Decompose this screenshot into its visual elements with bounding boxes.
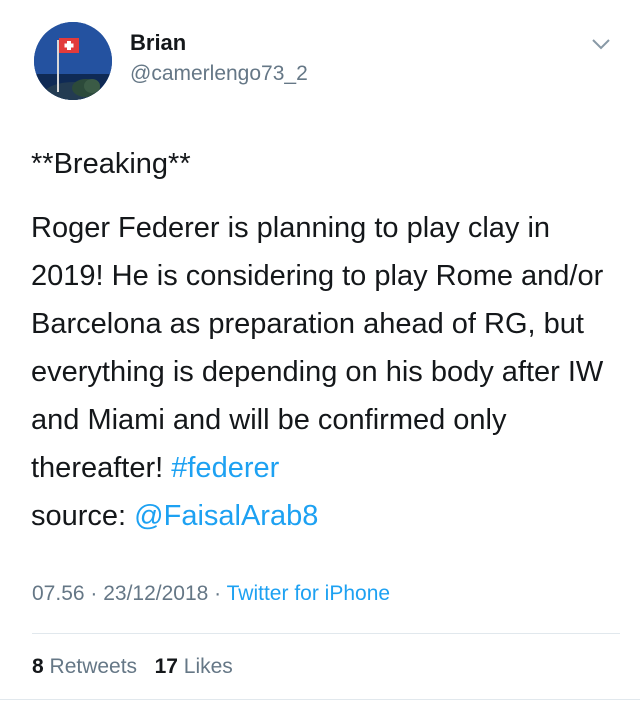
mention-link[interactable]: @FaisalArab8 [134, 500, 318, 532]
likes-label: Likes [177, 655, 233, 678]
user-name[interactable]: Brian [130, 30, 186, 56]
hashtag-link[interactable]: #federer [171, 452, 279, 484]
tweet-meta: 07.56 · 23/12/2018 · Twitter for iPhone [32, 582, 390, 606]
tweet-time[interactable]: 07.56 [32, 582, 85, 605]
retweets-count: 8 [32, 655, 44, 678]
tweet-main-text: Roger Federer is planning to play clay i… [31, 212, 604, 484]
retweets-label: Retweets [43, 655, 138, 678]
bottom-divider [0, 699, 640, 700]
tweet-paragraph: Roger Federer is planning to play clay i… [31, 204, 621, 540]
divider [32, 633, 620, 634]
meta-separator: · [208, 582, 227, 605]
tweet-headline: **Breaking** [31, 148, 191, 180]
avatar-image-flag-icon [34, 22, 112, 100]
tweet-date[interactable]: 23/12/2018 [103, 582, 208, 605]
tweet-stats: 8 Retweets 17 Likes [32, 655, 233, 679]
chevron-down-icon[interactable] [590, 36, 612, 52]
retweets-stat[interactable]: 8 Retweets [32, 655, 137, 678]
likes-stat[interactable]: 17 Likes [155, 655, 233, 678]
avatar[interactable] [34, 22, 112, 100]
source-prefix: source: [31, 500, 135, 532]
tweet-card: Brian @camerlengo73_2 **Breaking** Roger… [0, 0, 640, 703]
user-handle[interactable]: @camerlengo73_2 [130, 62, 308, 86]
meta-separator: · [84, 582, 104, 605]
tweet-client-link[interactable]: Twitter for iPhone [227, 582, 390, 605]
tweet-text: **Breaking** Roger Federer is planning t… [31, 140, 621, 540]
likes-count: 17 [154, 655, 178, 678]
